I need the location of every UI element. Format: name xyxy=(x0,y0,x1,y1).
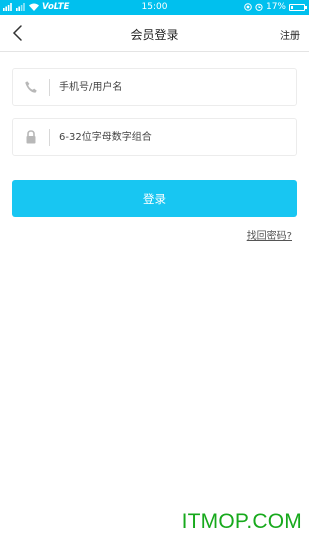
status-right: 17% xyxy=(244,2,307,12)
phone-icon xyxy=(25,81,37,93)
battery-fill xyxy=(291,5,293,9)
field-divider xyxy=(49,79,50,96)
login-button[interactable]: 登录 xyxy=(12,180,297,217)
location-icon xyxy=(244,3,252,11)
battery-icon xyxy=(289,3,307,11)
page-title: 会员登录 xyxy=(130,28,179,42)
field-divider xyxy=(49,129,50,146)
lock-icon xyxy=(26,130,36,144)
username-field[interactable] xyxy=(12,68,297,106)
password-field[interactable] xyxy=(12,118,297,156)
register-link[interactable]: 注册 xyxy=(280,27,300,42)
username-input[interactable] xyxy=(59,77,284,97)
nav-bar: 会员登录 注册 xyxy=(0,15,309,52)
forgot-password-link[interactable]: 找回密码? xyxy=(247,227,292,242)
alarm-icon xyxy=(255,3,263,11)
battery-percent: 17% xyxy=(265,2,286,12)
password-input[interactable] xyxy=(59,127,284,147)
watermark-logo: ITMOP.COM xyxy=(181,510,302,533)
status-bar: VoLTE 15:00 17% xyxy=(0,0,309,15)
